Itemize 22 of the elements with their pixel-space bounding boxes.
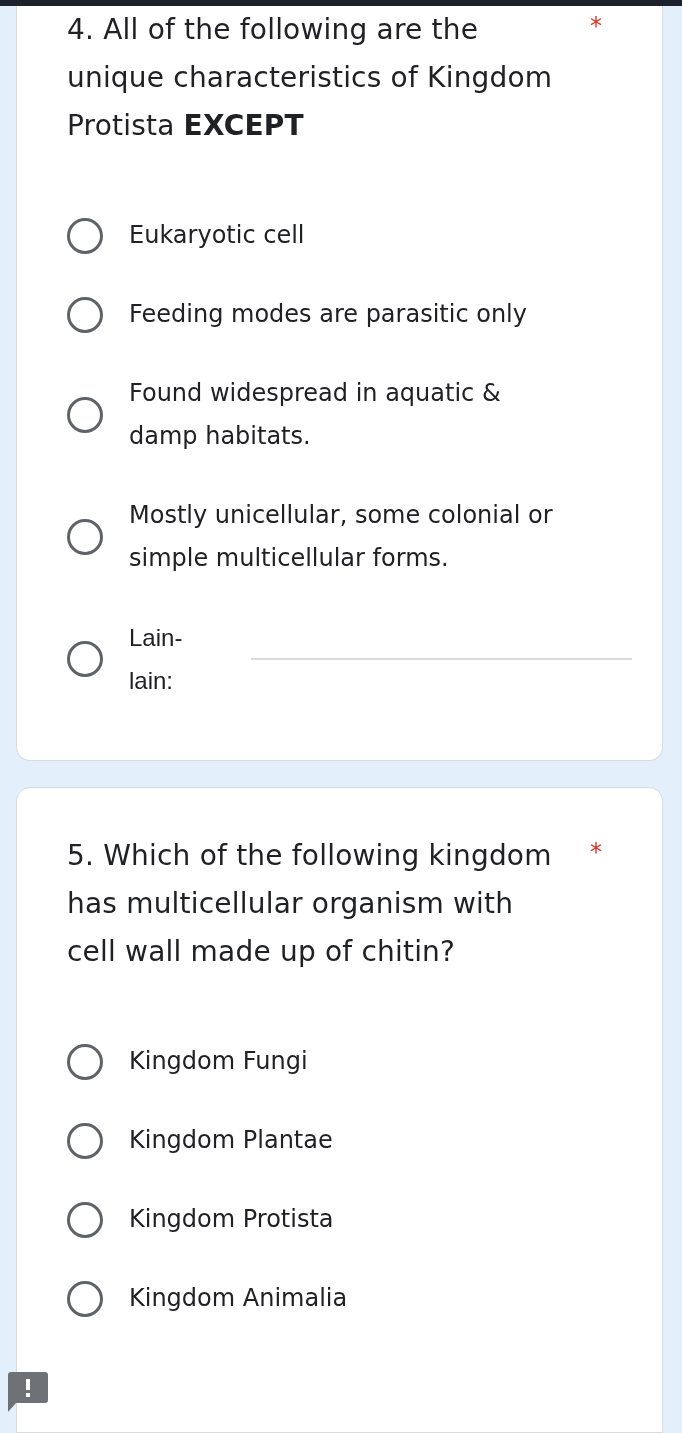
radio-button[interactable] (67, 296, 103, 333)
option-label: Kingdom Animalia (129, 1283, 348, 1314)
radio-button[interactable] (67, 397, 103, 433)
radio-button[interactable] (67, 641, 103, 677)
option-label: Lain-lain: (129, 623, 184, 696)
option-label: Found widespread in aquatic & damp habitats. (129, 378, 502, 452)
option-label: Feeding modes are parasitic only (129, 299, 527, 330)
radio-button[interactable] (67, 1043, 103, 1080)
radio-button[interactable] (67, 1280, 103, 1317)
option-label: Kingdom Protista (129, 1204, 334, 1235)
question-title: 4. All of the following are the unique characteristics of Kingdom Protista EXCEPT (67, 12, 554, 144)
radio-button[interactable] (67, 217, 103, 254)
option-label: Kingdom Plantae (129, 1125, 333, 1156)
required-mark: * (590, 837, 602, 868)
radio-button[interactable] (67, 1201, 103, 1238)
radio-button[interactable] (67, 1122, 103, 1159)
question-title: 5. Which of the following kingdom has multicellular organism with cell wall made up of chitin? (67, 838, 553, 970)
option-label: Eukaryotic cell (129, 220, 305, 251)
option-label: Kingdom Fungi (129, 1046, 308, 1077)
required-mark: * (590, 11, 602, 42)
option-label: Mostly unicellular, some colonial or simple multicellular forms. (129, 500, 554, 574)
radio-button[interactable] (67, 519, 103, 555)
